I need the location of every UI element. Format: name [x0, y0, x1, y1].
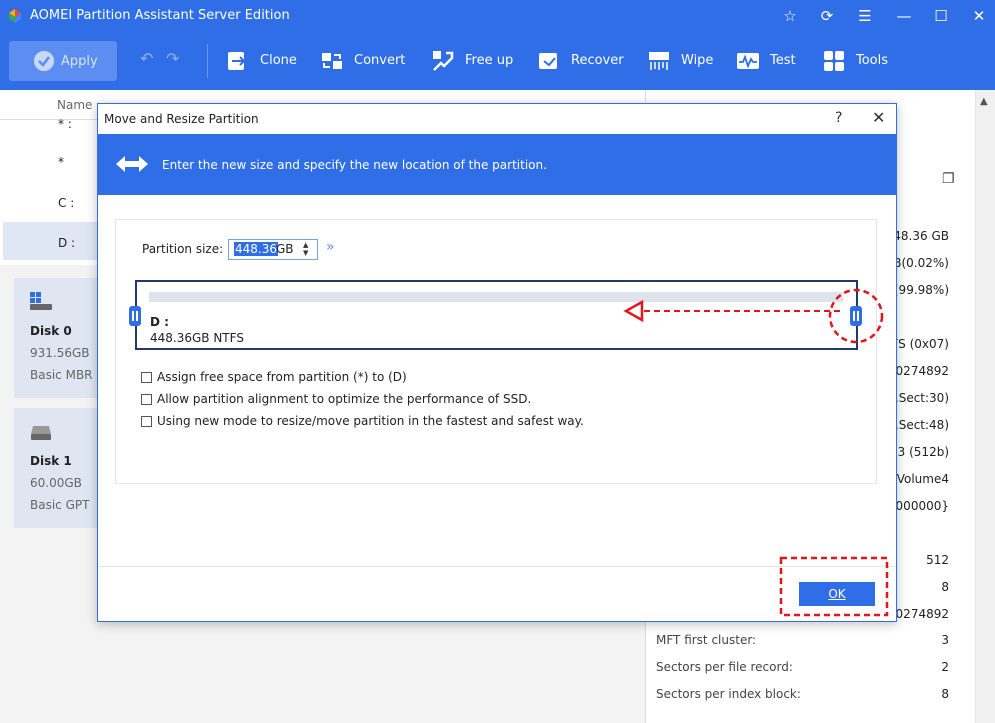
handle-highlight-circle: [828, 288, 884, 344]
annotation-overlay: [623, 288, 889, 617]
ok-highlight-box: [779, 556, 889, 617]
drag-arrowhead: [623, 299, 644, 323]
